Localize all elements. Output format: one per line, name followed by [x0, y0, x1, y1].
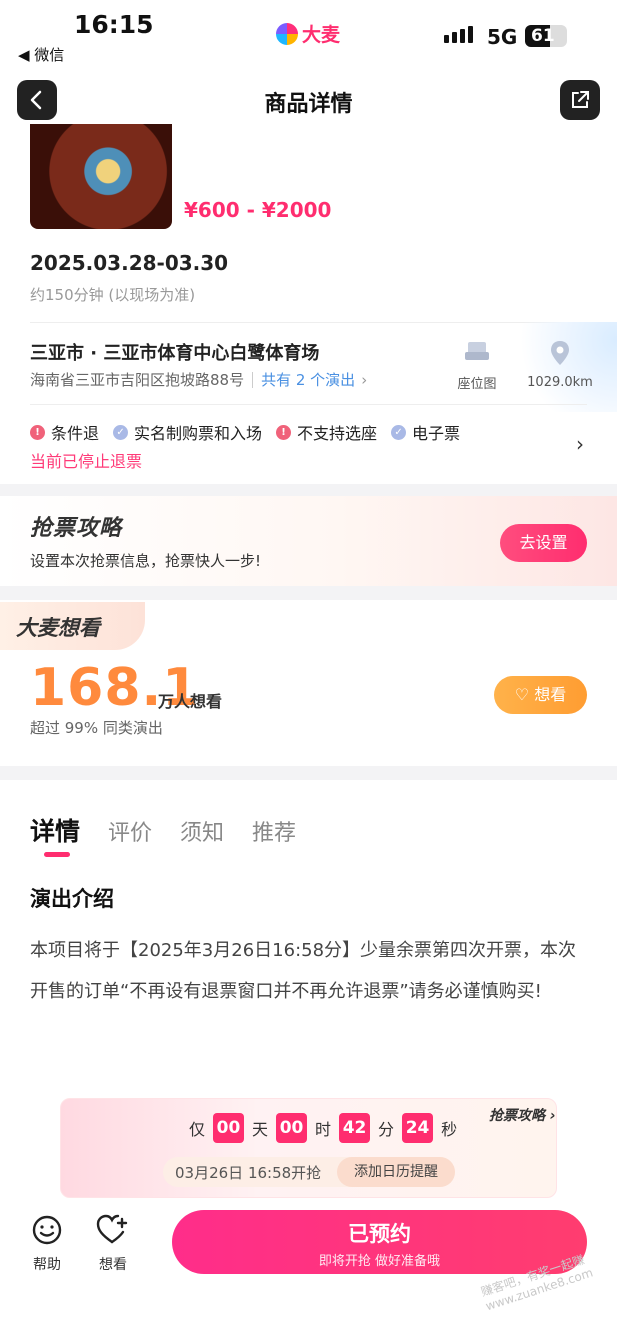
intro-heading: 演出介绍 [30, 887, 114, 911]
want-bottom-button[interactable]: 想看 [88, 1214, 138, 1274]
countdown-hours: 00 [276, 1113, 308, 1143]
open-time-pill: 03月26日 16:58开抢 添加日历提醒 [163, 1157, 455, 1187]
policy-label: 不支持选座 [297, 424, 378, 443]
signal-icon [444, 26, 473, 43]
help-label: 帮助 [33, 1257, 61, 1273]
policy-no-seat-select: ! 不支持选座 [276, 420, 377, 444]
want-tag-label: 大麦想看 [16, 616, 100, 640]
network-type: 5G [487, 25, 518, 49]
check-icon: ✓ [113, 424, 129, 440]
refund-notice: 当前已停止退票 [30, 452, 143, 471]
status-bar: 16:15 ◀ 微信 大麦 5G 61 [0, 0, 617, 70]
page-title: 商品详情 [264, 92, 353, 117]
days-unit: 天 [252, 1120, 269, 1139]
want-percent: 超过 99% 同类演出 [30, 719, 163, 737]
chevron-right-icon[interactable]: › [576, 432, 584, 456]
battery-icon: 61 [525, 25, 567, 47]
reserved-button[interactable]: 已预约 即将开抢 做好准备哦 [172, 1210, 587, 1274]
show-poster[interactable] [30, 124, 172, 229]
strategy-link-label: 抢票攻略 [489, 1108, 545, 1124]
seconds-unit: 秒 [441, 1120, 458, 1139]
venue-name[interactable]: 三亚市 · 三亚市体育中心白鹭体育场 [30, 339, 319, 365]
add-calendar-button[interactable]: 添加日历提醒 [337, 1157, 455, 1187]
policy-conditional-refund: ! 条件退 [30, 420, 99, 444]
share-icon [572, 91, 589, 108]
policy-real-name: ✓ 实名制购票和入场 [113, 420, 262, 444]
reserve-sub-label: 即将开抢 做好准备哦 [318, 1254, 441, 1269]
help-button[interactable]: 帮助 [22, 1214, 72, 1274]
tab-details[interactable]: 详情 [30, 812, 80, 857]
brand-logo: 大麦 [276, 20, 340, 47]
battery-level: 61 [531, 26, 555, 46]
help-smile-icon [32, 1215, 62, 1245]
intro-text: 本项目将于【2025年3月26日16:58分】少量余票第四次开票，本次开售的订单… [30, 940, 577, 1002]
section-gap [0, 586, 617, 600]
share-button[interactable] [560, 80, 600, 120]
location-pin-icon [551, 341, 569, 365]
policy-e-ticket: ✓ 电子票 [391, 420, 460, 444]
damai-logo-icon [276, 22, 298, 45]
strategy-subtitle: 设置本次抢票信息，抢票快人一步! [30, 552, 262, 570]
seat-icon [465, 342, 489, 360]
section-gap [0, 766, 617, 780]
countdown-timer: 仅 00 天 00 时 42 分 24 秒 [189, 1113, 457, 1143]
detail-tabs: 详情 评价 须知 推荐 [30, 812, 296, 857]
countdown-prefix: 仅 [189, 1120, 206, 1139]
brand-name: 大麦 [302, 24, 341, 46]
separator [252, 371, 254, 388]
hours-unit: 时 [315, 1120, 332, 1139]
countdown-minutes: 42 [339, 1113, 371, 1143]
divider [30, 404, 587, 405]
bottom-action-bar: 帮助 想看 已预约 即将开抢 做好准备哦 [0, 1198, 617, 1334]
venue-shows-link[interactable]: 共有 2 个演出 [261, 369, 355, 390]
want-tag: 大麦想看 [0, 602, 145, 650]
countdown-seconds: 24 [402, 1113, 434, 1143]
chevron-right-icon: › [361, 370, 368, 389]
want-unit: 万人想看 [158, 692, 223, 711]
section-gap [0, 484, 617, 496]
seatmap-button[interactable]: 座位图 [452, 340, 502, 392]
policy-label: 电子票 [412, 424, 461, 443]
want-button-label: 想看 [534, 685, 567, 704]
tab-reviews[interactable]: 评价 [108, 815, 152, 847]
go-setup-button[interactable]: 去设置 [500, 524, 587, 562]
distance-label: 1029.0km [527, 375, 593, 390]
policy-label: 条件退 [51, 424, 100, 443]
want-to-see-button[interactable]: ♡ 想看 [494, 676, 587, 714]
price-range: ¥600 - ¥2000 [184, 198, 332, 222]
warning-icon: ! [30, 424, 45, 440]
nav-bar: 商品详情 [0, 78, 617, 124]
reserve-main-label: 已预约 [348, 1222, 411, 1246]
seatmap-label: 座位图 [457, 377, 497, 392]
venue-address-row[interactable]: 海南省三亚市吉阳区抱坡路88号 共有 2 个演出 › [30, 369, 367, 390]
heart-plus-icon [96, 1214, 128, 1244]
chevron-right-icon: › [549, 1108, 556, 1124]
want-bottom-label: 想看 [99, 1257, 127, 1273]
strategy-title: 抢票攻略 [30, 516, 123, 541]
countdown-days: 00 [213, 1113, 245, 1143]
back-to-app-link[interactable]: ◀ 微信 [18, 44, 64, 65]
status-time: 16:15 [74, 10, 154, 39]
ticket-strategy-banner: 抢票攻略 设置本次抢票信息，抢票快人一步! 去设置 [0, 496, 617, 586]
tab-recommend[interactable]: 推荐 [252, 815, 296, 847]
want-to-see-card: 大麦想看 168.1 万人想看 超过 99% 同类演出 ♡ 想看 [0, 600, 617, 766]
policy-label: 实名制购票和入场 [134, 424, 263, 443]
show-duration: 约150分钟 (以现场为准) [30, 286, 196, 304]
strategy-link[interactable]: 抢票攻略 › [489, 1105, 556, 1125]
tab-notice[interactable]: 须知 [180, 815, 224, 847]
minutes-unit: 分 [378, 1120, 395, 1139]
policy-tags[interactable]: ! 条件退 ✓ 实名制购票和入场 ! 不支持选座 ✓ 电子票 [30, 420, 460, 444]
countdown-card: 仅 00 天 00 时 42 分 24 秒 抢票攻略 › 03月26日 16:5… [60, 1098, 557, 1198]
warning-icon: ! [276, 424, 292, 440]
venue-address: 海南省三亚市吉阳区抱坡路88号 [30, 371, 245, 389]
check-icon: ✓ [391, 424, 407, 440]
open-time: 03月26日 16:58开抢 [175, 1164, 322, 1182]
map-location-button[interactable]: 1029.0km [520, 340, 600, 390]
show-date: 2025.03.28-03.30 [30, 251, 229, 275]
heart-plus-icon: ♡ [514, 685, 530, 704]
